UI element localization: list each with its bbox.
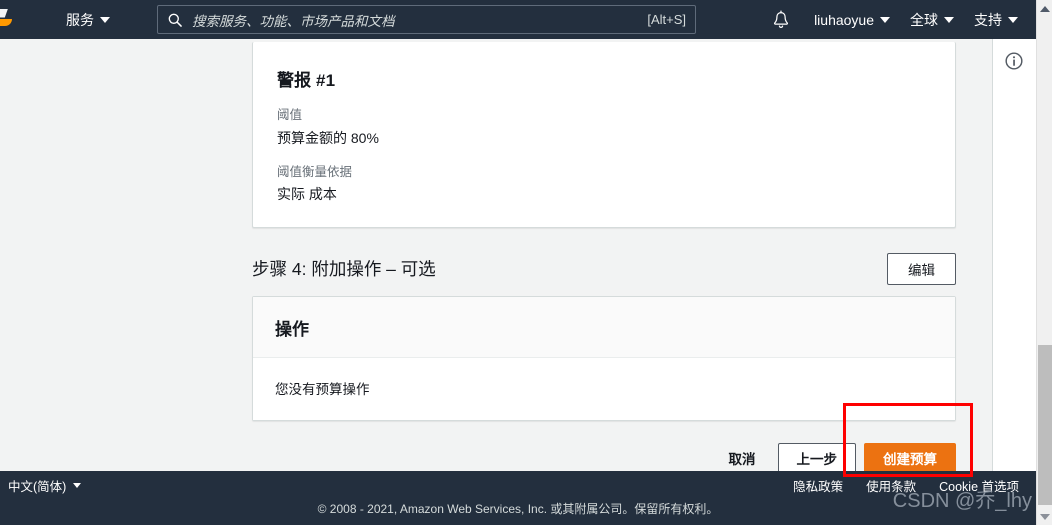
alarm-title: 警报 #1 — [277, 71, 336, 90]
top-navigation-bar: 服务 搜索服务、功能、市场产品和文档 [Alt+S] liuhaoyue 全球 … — [0, 0, 1036, 39]
previous-step-button[interactable]: 上一步 — [777, 442, 856, 474]
scroll-down-arrow-icon[interactable] — [1037, 508, 1052, 525]
account-menu[interactable]: liuhaoyue — [804, 0, 900, 39]
region-menu-label: 全球 — [910, 11, 938, 28]
top-nav-right-group: liuhaoyue 全球 支持 — [768, 0, 1028, 39]
threshold-measure-label: 阈值衡量依据 — [277, 164, 353, 179]
search-input-placeholder[interactable]: 搜索服务、功能、市场产品和文档 — [192, 10, 647, 30]
services-menu-label: 服务 — [66, 11, 94, 28]
aws-logo-mark — [0, 8, 8, 18]
triangle-up-glyph — [1040, 5, 1050, 12]
create-budget-button[interactable]: 创建预算 — [864, 442, 956, 474]
copyright-text: © 2008 - 2021, Amazon Web Services, Inc.… — [317, 502, 719, 516]
support-menu[interactable]: 支持 — [964, 0, 1028, 39]
support-menu-label: 支持 — [974, 11, 1002, 28]
cancel-button[interactable]: 取消 — [715, 443, 770, 474]
budget-actions-empty-state: 您没有预算操作 — [253, 357, 955, 420]
search-icon — [168, 13, 182, 27]
account-menu-label: liuhaoyue — [814, 11, 874, 28]
main-column: 警报 #1 阈值 预算金额的 80% 阈值衡量依据 实际 成本 步骤 4: 附加… — [252, 39, 956, 474]
threshold-value: 预算金额的 80% — [277, 129, 379, 146]
help-panel-rail — [992, 39, 1036, 471]
footer-link-privacy[interactable]: 隐私政策 — [793, 476, 843, 495]
chevron-down-icon — [100, 16, 110, 23]
threshold-measure-value: 实际 成本 — [277, 186, 337, 203]
alarm-summary-card: 警报 #1 阈值 预算金额的 80% 阈值衡量依据 实际 成本 — [252, 42, 956, 228]
region-menu[interactable]: 全球 — [900, 0, 964, 39]
page-scrollbar[interactable] — [1036, 0, 1052, 525]
page-footer: 中文(简体) 隐私政策 使用条款 Cookie 首选项 © 2008 - 202… — [0, 471, 1036, 525]
aws-logo[interactable] — [0, 7, 14, 33]
budget-actions-card-header: 操作 — [253, 296, 955, 358]
page-content-area: 警报 #1 阈值 预算金额的 80% 阈值衡量依据 实际 成本 步骤 4: 附加… — [0, 39, 1036, 474]
notifications-bell-icon[interactable] — [772, 10, 790, 30]
budget-actions-card: 操作 您没有预算操作 — [252, 295, 956, 421]
threshold-label: 阈值 — [277, 108, 303, 122]
language-selector-label: 中文(简体) — [8, 480, 67, 494]
scroll-up-arrow-icon[interactable] — [1037, 0, 1052, 17]
global-search-box[interactable]: 搜索服务、功能、市场产品和文档 [Alt+S] — [157, 5, 696, 34]
triangle-down-glyph — [1040, 513, 1050, 520]
chevron-down-icon — [880, 16, 890, 23]
language-selector[interactable]: 中文(简体) — [8, 476, 82, 495]
edit-step4-button[interactable]: 编辑 — [887, 252, 956, 285]
step4-header-row: 步骤 4: 附加操作 – 可选 编辑 — [252, 252, 956, 286]
aws-console-page: 服务 搜索服务、功能、市场产品和文档 [Alt+S] liuhaoyue 全球 … — [0, 0, 1052, 525]
chevron-down-icon — [1008, 16, 1018, 23]
csdn-watermark: CSDN @乔_lhy — [892, 490, 1032, 512]
step4-title: 步骤 4: 附加操作 – 可选 — [252, 259, 436, 280]
scrollbar-thumb[interactable] — [1038, 345, 1052, 505]
wizard-action-row: 取消 上一步 创建预算 — [252, 442, 956, 474]
services-menu[interactable]: 服务 — [56, 0, 120, 39]
info-circle-icon[interactable] — [1004, 51, 1024, 71]
search-shortcut-hint: [Alt+S] — [647, 12, 686, 27]
chevron-down-icon — [73, 483, 82, 488]
aws-logo-swoosh — [0, 18, 12, 26]
chevron-down-icon — [944, 16, 954, 23]
budget-actions-title: 操作 — [275, 319, 309, 339]
